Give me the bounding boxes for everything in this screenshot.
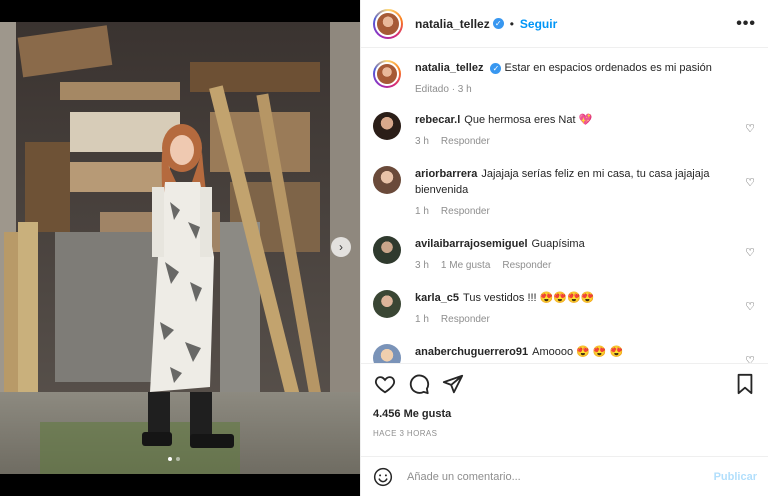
comment-text: Amoooo <box>532 346 574 358</box>
comment-like-heart-icon[interactable]: ♡ <box>745 176 755 189</box>
comment-time: 1 h <box>415 314 429 325</box>
comment-row: karla_c5 Tus vestidos !!! 😍😍😍😍 1 h Respon… <box>373 290 757 328</box>
author-avatar[interactable] <box>373 8 403 39</box>
comment-username[interactable]: ariorbarrera <box>415 168 477 180</box>
comment-icon[interactable] <box>407 372 431 396</box>
post-media[interactable]: › <box>0 0 360 496</box>
caption-row: natalia_tellez ✓ Estar en espacios ordena… <box>373 60 757 98</box>
comment-username[interactable]: avilaibarrajosemiguel <box>415 238 528 250</box>
comment-emoji: 😍😍😍😍 <box>539 292 595 304</box>
comment-like-count[interactable]: 1 Me gusta <box>441 258 490 274</box>
smiley-icon[interactable] <box>373 467 393 487</box>
reply-button[interactable]: Responder <box>441 312 490 328</box>
comment-like-heart-icon[interactable]: ♡ <box>745 354 755 363</box>
heart-icon[interactable] <box>373 372 397 396</box>
post-sidebar: natalia_tellez ✓ • Seguir ••• natalia_te… <box>360 0 768 496</box>
more-options-icon[interactable]: ••• <box>736 15 756 33</box>
comments-list[interactable]: natalia_tellez ✓ Estar en espacios ordena… <box>361 48 768 363</box>
reply-button[interactable]: Responder <box>441 204 490 220</box>
commenter-avatar[interactable] <box>373 344 401 363</box>
comment-time: 1 h <box>415 206 429 217</box>
comment-time: 3 h <box>415 260 429 271</box>
comment-emoji: 💖 <box>578 114 593 126</box>
verified-badge-icon: ✓ <box>492 18 504 29</box>
comment-like-heart-icon[interactable]: ♡ <box>745 246 755 259</box>
comment-text: Que hermosa eres Nat <box>464 114 576 126</box>
verified-badge-icon: ✓ <box>490 62 502 74</box>
post-timestamp: HACE 3 HORAS <box>373 429 438 438</box>
reply-button[interactable]: Responder <box>502 258 551 274</box>
separator: • <box>509 16 514 31</box>
follow-button[interactable]: Seguir <box>520 17 557 31</box>
comment-input[interactable] <box>407 470 714 483</box>
comment-row: rebecar.l Que hermosa eres Nat 💖 3 h Resp… <box>373 112 757 150</box>
caption-username[interactable]: natalia_tellez <box>415 62 483 74</box>
post-header: natalia_tellez ✓ • Seguir ••• <box>361 0 768 48</box>
comment-like-heart-icon[interactable]: ♡ <box>745 122 755 135</box>
bookmark-icon[interactable] <box>733 372 757 396</box>
carousel-dot-active <box>168 457 172 461</box>
add-comment-bar: Publicar <box>361 456 768 496</box>
commenter-avatar[interactable] <box>373 112 401 140</box>
caption-meta: Editado · 3 h <box>415 84 472 95</box>
carousel-dot <box>176 457 180 461</box>
comment-time: 3 h <box>415 136 429 147</box>
reply-button[interactable]: Responder <box>441 134 490 150</box>
post-actions: 4.456 Me gusta HACE 3 HORAS <box>361 363 768 438</box>
comment-text: Tus vestidos !!! <box>463 292 537 304</box>
comment-username[interactable]: anaberchuguerrero91 <box>415 346 528 358</box>
comment-row: anaberchuguerrero91 Amoooo 😍 😍 😍 ♡ <box>373 344 757 363</box>
paper-plane-icon[interactable] <box>441 372 465 396</box>
commenter-avatar[interactable] <box>373 290 401 318</box>
author-username[interactable]: natalia_tellez <box>415 17 490 31</box>
comment-like-heart-icon[interactable]: ♡ <box>745 300 755 313</box>
carousel-dots <box>168 457 180 461</box>
comment-username[interactable]: rebecar.l <box>415 114 460 126</box>
comment-row: ariorbarrera Jajajaja serías feliz en mi … <box>373 166 757 220</box>
author-avatar[interactable] <box>373 60 401 88</box>
publish-button[interactable]: Publicar <box>714 471 757 483</box>
carousel-next-button[interactable]: › <box>331 237 351 257</box>
comment-emoji: 😍 😍 😍 <box>576 346 624 358</box>
comment-username[interactable]: karla_c5 <box>415 292 459 304</box>
caption-text: Estar en espacios ordenados es mi pasión <box>504 62 712 74</box>
post-photo <box>0 22 360 474</box>
comment-text: Guapísima <box>531 238 585 250</box>
comment-row: avilaibarrajosemiguel Guapísima 3 h 1 Me … <box>373 236 757 274</box>
commenter-avatar[interactable] <box>373 236 401 264</box>
commenter-avatar[interactable] <box>373 166 401 194</box>
like-count[interactable]: 4.456 Me gusta <box>373 408 757 420</box>
